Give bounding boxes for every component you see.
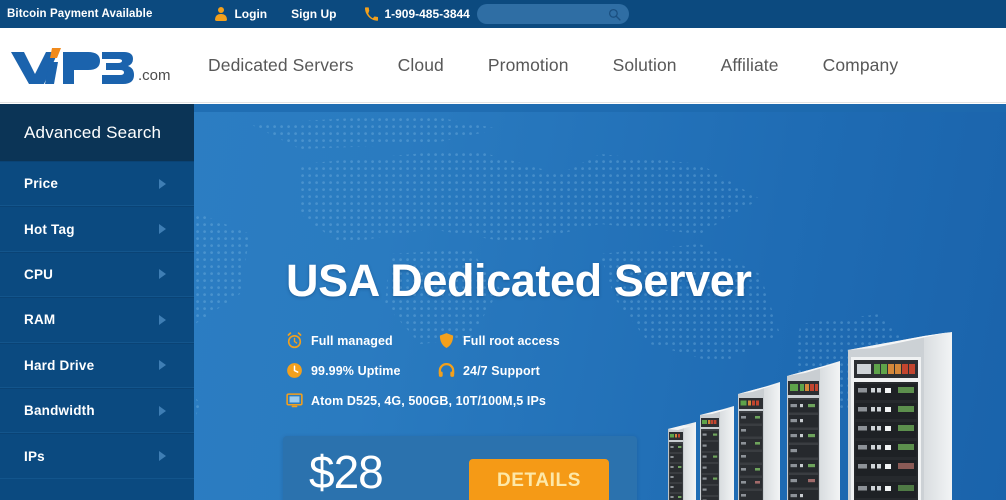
site-header: .com Dedicated Servers Cloud Promotion S… [0, 28, 1006, 103]
chevron-right-icon [159, 269, 166, 280]
feature-row: 99.99% Uptime 24/7 Support [286, 362, 666, 379]
top-utility-bar: Bitcoin Payment Available Login Sign Up … [0, 0, 1006, 28]
clock-icon [286, 362, 303, 379]
headset-icon [438, 362, 455, 379]
alarm-clock-icon [286, 332, 303, 349]
user-icon [214, 7, 227, 21]
chevron-right-icon [159, 360, 166, 371]
sidebar-item-label: CPU [24, 266, 54, 282]
sidebar-item-price[interactable]: Price [0, 161, 194, 207]
details-button[interactable]: DETAILS [469, 459, 609, 500]
sidebar-title: Advanced Search [24, 122, 162, 142]
phone-icon [364, 7, 379, 21]
feature-row: Full managed Full root access [286, 332, 666, 349]
nav-item-company[interactable]: Company [801, 55, 921, 76]
feature-label: 99.99% Uptime [311, 363, 401, 378]
feature-support: 24/7 Support [438, 362, 540, 379]
feature-label: 24/7 Support [463, 363, 540, 378]
chevron-right-icon [159, 178, 166, 189]
feature-label: Full managed [311, 333, 393, 348]
sidebar-item-hot-tag[interactable]: Hot Tag [0, 206, 194, 252]
chevron-right-icon [159, 451, 166, 462]
search-input[interactable] [477, 4, 607, 24]
sidebar-item-label: Bandwidth [24, 403, 95, 419]
monitor-icon [286, 392, 303, 409]
chevron-right-icon [159, 405, 166, 416]
phone-number: 1-909-485-3844 [384, 7, 470, 21]
feature-full-root-access: Full root access [438, 332, 560, 349]
advanced-search-sidebar: Advanced Search Price Hot Tag CPU RAM Ha… [0, 104, 194, 500]
nav-item-dedicated-servers[interactable]: Dedicated Servers [186, 55, 376, 76]
search-box[interactable] [477, 4, 629, 24]
shield-icon [438, 332, 455, 349]
sidebar-item-label: IPs [24, 448, 45, 464]
nav-item-solution[interactable]: Solution [591, 55, 699, 76]
logo-mark-icon [8, 44, 136, 88]
sidebar-item-label: Hard Drive [24, 357, 95, 373]
page-root: Bitcoin Payment Available Login Sign Up … [0, 0, 1006, 500]
search-icon[interactable] [608, 8, 621, 21]
phone-block: 1-909-485-3844 [364, 7, 470, 21]
sidebar-item-ips[interactable]: IPs [0, 433, 194, 479]
sidebar-item-label: RAM [24, 312, 56, 328]
feature-uptime: 99.99% Uptime [286, 362, 438, 379]
sidebar-item-cpu[interactable]: CPU [0, 251, 194, 298]
bitcoin-promo-text: Bitcoin Payment Available [7, 8, 153, 20]
feature-spec: Atom D525, 4G, 500GB, 10T/100M,5 IPs [286, 392, 666, 409]
hero-title: USA Dedicated Server [286, 255, 752, 306]
sidebar-header: Advanced Search [0, 104, 194, 161]
nav-item-promotion[interactable]: Promotion [466, 55, 591, 76]
signup-link[interactable]: Sign Up [291, 7, 336, 21]
feature-full-managed: Full managed [286, 332, 438, 349]
sidebar-item-ram[interactable]: RAM [0, 297, 194, 343]
chevron-right-icon [159, 224, 166, 235]
nav-item-affiliate[interactable]: Affiliate [699, 55, 801, 76]
price-amount: $28 [309, 446, 384, 498]
login-link[interactable]: Login [234, 7, 267, 21]
price-card: $28 60%OFF - panic buying DETAILS [283, 436, 637, 500]
feature-list: Full managed Full root access 99.99% Upt… [286, 332, 666, 409]
sidebar-item-label: Price [24, 176, 59, 192]
sidebar-item-label: Hot Tag [24, 221, 75, 237]
chevron-right-icon [159, 314, 166, 325]
main-navigation: Dedicated Servers Cloud Promotion Soluti… [186, 28, 920, 103]
top-account-nav: Login Sign Up 1-909-485-3844 [214, 7, 470, 21]
site-logo[interactable]: .com [8, 44, 183, 88]
sidebar-item-hard-drive[interactable]: Hard Drive [0, 342, 194, 388]
server-rack-illustration [652, 332, 1006, 500]
sidebar-item-bandwidth[interactable]: Bandwidth [0, 387, 194, 434]
nav-item-cloud[interactable]: Cloud [376, 55, 466, 76]
feature-label: Full root access [463, 333, 560, 348]
logo-domain-suffix: .com [138, 67, 171, 84]
feature-label: Atom D525, 4G, 500GB, 10T/100M,5 IPs [311, 393, 546, 408]
